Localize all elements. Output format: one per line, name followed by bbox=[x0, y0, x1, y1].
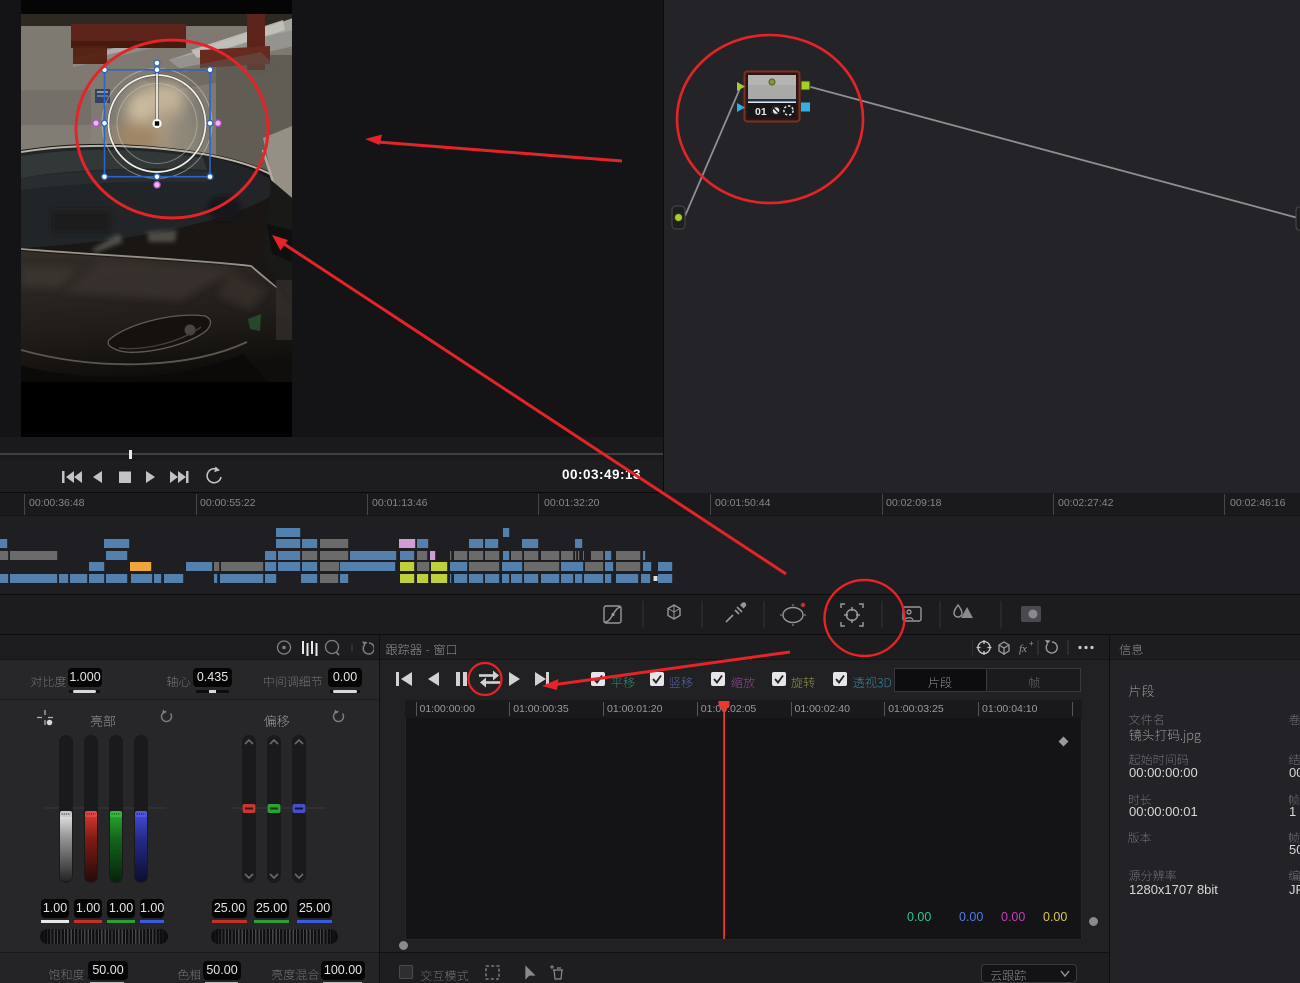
svg-text:fx: fx bbox=[1019, 643, 1027, 655]
svg-text:01: 01 bbox=[755, 106, 767, 118]
svg-text:+: + bbox=[1029, 639, 1034, 648]
